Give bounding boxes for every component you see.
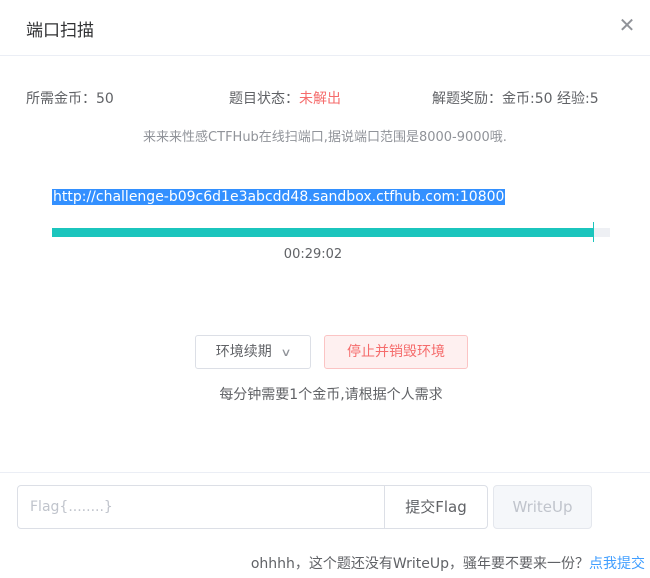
renew-environment-button[interactable]: 环境续期 ∨	[195, 335, 311, 369]
status-label: 题目状态：	[229, 91, 299, 107]
environment-url[interactable]: http://challenge-b09c6d1e3abcdd48.sandbo…	[52, 189, 506, 205]
close-icon[interactable]: ✕	[616, 14, 638, 36]
challenge-description: 来来来性感CTFHub在线扫端口,据说端口范围是8000-9000哦.	[143, 130, 507, 145]
required-coins: 所需金币：50	[26, 91, 114, 107]
renew-label: 环境续期	[215, 344, 272, 360]
divider	[0, 472, 650, 473]
submit-flag-button[interactable]: 提交Flag	[384, 485, 488, 529]
writeup-button[interactable]: WriteUp	[493, 485, 592, 529]
cost-hint: 每分钟需要1个金币,请根据个人需求	[219, 387, 443, 403]
submit-writeup-link[interactable]: 点我提交	[589, 556, 645, 572]
challenge-info-row: 所需金币：50 题目状态：未解出 解题奖励：金币:50 经验:5	[0, 88, 650, 108]
remaining-time: 00:29:02	[283, 247, 343, 262]
status-value: 未解出	[299, 91, 341, 107]
flag-input[interactable]	[17, 485, 385, 529]
dialog-title: 端口扫描	[26, 21, 94, 41]
footer-text: ohhhh，这个题还没有WriteUp，骚年要不要来一份？	[250, 556, 589, 572]
chevron-down-icon: ∨	[280, 346, 292, 359]
time-progress-bar	[52, 228, 610, 237]
challenge-status: 题目状态：未解出	[229, 88, 341, 108]
dialog-header: 端口扫描 ✕	[0, 0, 650, 56]
writeup-footer: ohhhh，这个题还没有WriteUp，骚年要不要来一份？点我提交	[251, 553, 645, 573]
stop-destroy-environment-button[interactable]: 停止并销毁环境	[324, 335, 468, 369]
time-progress-fill	[52, 228, 593, 237]
solve-reward: 解题奖励：金币:50 经验:5	[432, 91, 599, 107]
time-progress-marker	[593, 222, 594, 242]
